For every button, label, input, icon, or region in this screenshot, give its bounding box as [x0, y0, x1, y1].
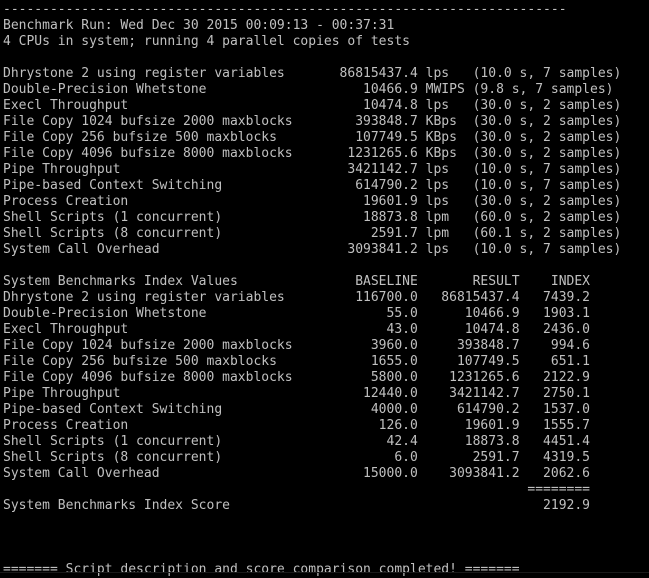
terminal-line: System Benchmarks Index Values BASELINE … [3, 274, 649, 290]
terminal-line: Pipe-based Context Switching 4000.0 6147… [3, 402, 649, 418]
terminal-line: Execl Throughput 10474.8 lps (30.0 s, 2 … [3, 98, 649, 114]
terminal-line: ======= Script description and score com… [3, 562, 649, 578]
terminal-line: File Copy 4096 bufsize 8000 maxblocks 12… [3, 146, 649, 162]
terminal-line [3, 50, 649, 66]
terminal-line: Execl Throughput 43.0 10474.8 2436.0 [3, 322, 649, 338]
terminal-output[interactable]: ----------------------------------------… [0, 0, 649, 573]
terminal-line: System Call Overhead 15000.0 3093841.2 2… [3, 466, 649, 482]
terminal-line: ----------------------------------------… [3, 2, 649, 18]
terminal-line: Process Creation 19601.9 lps (30.0 s, 2 … [3, 194, 649, 210]
terminal-line: ======== [3, 482, 649, 498]
terminal-line [3, 530, 649, 546]
terminal-line: Shell Scripts (1 concurrent) 42.4 18873.… [3, 434, 649, 450]
terminal-line [3, 546, 649, 562]
terminal-line: Dhrystone 2 using register variables 868… [3, 66, 649, 82]
terminal-line: 4 CPUs in system; running 4 parallel cop… [3, 34, 649, 50]
terminal-line: File Copy 1024 bufsize 2000 maxblocks 39… [3, 114, 649, 130]
terminal-line: Benchmark Run: Wed Dec 30 2015 00:09:13 … [3, 18, 649, 34]
terminal-line: Dhrystone 2 using register variables 116… [3, 290, 649, 306]
terminal-line: Double-Precision Whetstone 55.0 10466.9 … [3, 306, 649, 322]
terminal-line: Shell Scripts (8 concurrent) 2591.7 lpm … [3, 226, 649, 242]
terminal-line: File Copy 1024 bufsize 2000 maxblocks 39… [3, 338, 649, 354]
terminal-line: Shell Scripts (8 concurrent) 6.0 2591.7 … [3, 450, 649, 466]
terminal-line: File Copy 256 bufsize 500 maxblocks 1077… [3, 130, 649, 146]
terminal-line [3, 258, 649, 274]
terminal-line: File Copy 256 bufsize 500 maxblocks 1655… [3, 354, 649, 370]
terminal-line: Pipe Throughput 3421142.7 lps (10.0 s, 7… [3, 162, 649, 178]
terminal-line: System Benchmarks Index Score 2192.9 [3, 498, 649, 514]
terminal-line: System Call Overhead 3093841.2 lps (10.0… [3, 242, 649, 258]
terminal-line: Shell Scripts (1 concurrent) 18873.8 lpm… [3, 210, 649, 226]
terminal-line: File Copy 4096 bufsize 8000 maxblocks 58… [3, 370, 649, 386]
terminal-line: Pipe-based Context Switching 614790.2 lp… [3, 178, 649, 194]
terminal-line: Process Creation 126.0 19601.9 1555.7 [3, 418, 649, 434]
terminal-line: Double-Precision Whetstone 10466.9 MWIPS… [3, 82, 649, 98]
terminal-line [3, 514, 649, 530]
terminal-line: Pipe Throughput 12440.0 3421142.7 2750.1 [3, 386, 649, 402]
